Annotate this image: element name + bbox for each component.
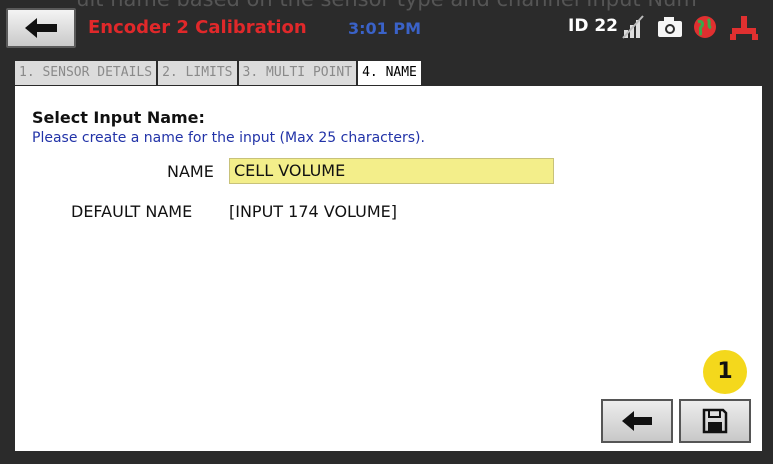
pump-icon — [730, 16, 758, 40]
globe-icon — [694, 16, 716, 38]
clock: 3:01 PM — [348, 19, 422, 38]
name-panel: Select Input Name: Please create a name … — [15, 86, 762, 451]
default-name-label: DEFAULT NAME — [71, 202, 193, 221]
tab-multi-point[interactable]: 3. MULTI POINT — [238, 61, 357, 85]
arrow-left-icon — [25, 18, 57, 38]
tab-limits[interactable]: 2. LIMITS — [158, 61, 237, 85]
tab-sensor-details[interactable]: 1. SENSOR DETAILS — [15, 61, 157, 85]
caption-text: ult name based on the sensor type and ch… — [0, 0, 773, 13]
section-heading: Select Input Name: — [32, 108, 205, 127]
floppy-disk-icon — [702, 408, 728, 434]
arrow-left-icon — [622, 411, 652, 431]
name-label: NAME — [167, 162, 214, 181]
callout-badge: 1 — [703, 350, 747, 394]
save-button[interactable] — [679, 399, 751, 443]
back-footer-button[interactable] — [601, 399, 673, 443]
device-id: ID 22 — [568, 16, 619, 36]
tab-bar: 1. SENSOR DETAILS 2. LIMITS 3. MULTI POI… — [15, 61, 423, 87]
signal-off-icon — [622, 15, 644, 39]
instructions-text: Please create a name for the input (Max … — [32, 130, 425, 146]
name-input[interactable]: CELL VOLUME — [229, 158, 554, 184]
tab-name[interactable]: 4. NAME — [358, 61, 421, 85]
device-screen: Encoder 2 Calibration 3:01 PM ID 22 1. S… — [0, 0, 773, 464]
page-title: Encoder 2 Calibration — [88, 17, 307, 38]
camera-icon — [658, 17, 682, 37]
default-name-value: [INPUT 174 VOLUME] — [229, 202, 398, 221]
back-button[interactable] — [6, 8, 76, 48]
